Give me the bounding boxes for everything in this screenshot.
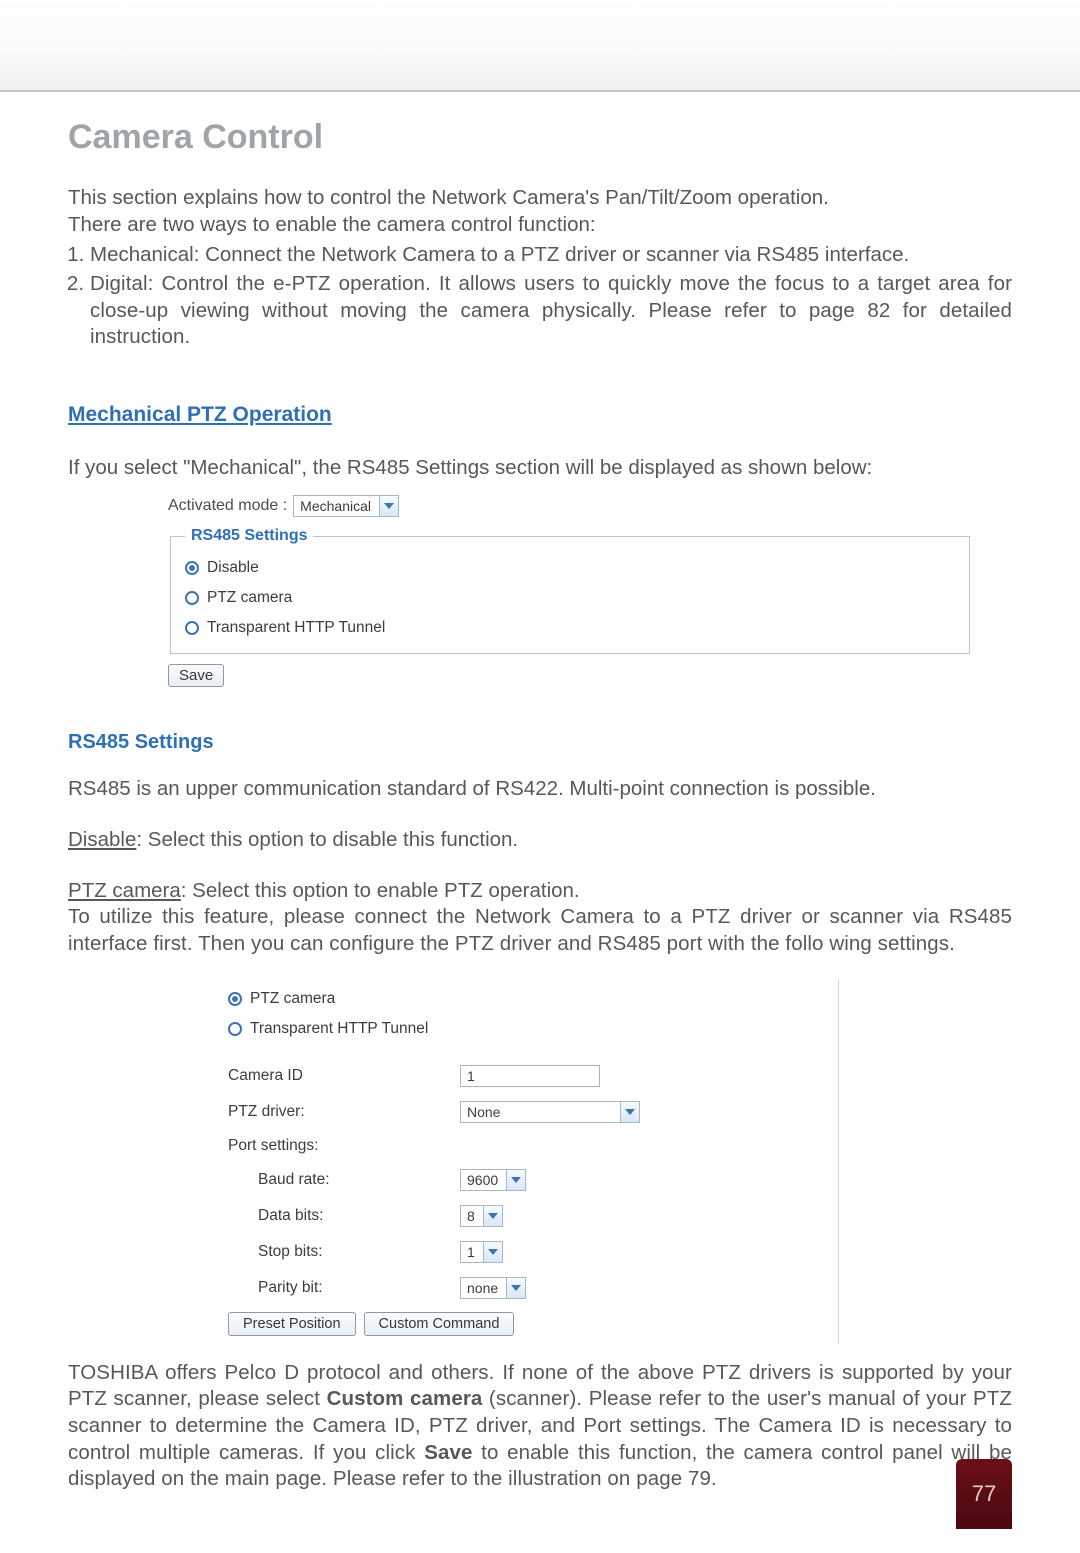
disable-underlined: Disable bbox=[68, 828, 136, 851]
parity-bit-value: none bbox=[461, 1278, 506, 1298]
mechanical-intro: If you select "Mechanical", the RS485 Se… bbox=[68, 455, 1012, 482]
preset-position-button[interactable]: Preset Position bbox=[228, 1312, 356, 1336]
radio-icon bbox=[185, 561, 199, 575]
rs485-fieldset: RS485 Settings Disable PTZ camera Transp… bbox=[170, 527, 970, 654]
stop-bits-select[interactable]: 1 bbox=[460, 1241, 503, 1263]
intro-line-2: There are two ways to enable the camera … bbox=[68, 212, 1012, 239]
mechanical-ptz-heading: Mechanical PTZ Operation bbox=[68, 403, 1012, 427]
disable-explain: Disable: Select this option to disable t… bbox=[68, 827, 1012, 854]
closing-paragraph: TOSHIBA offers Pelco D protocol and othe… bbox=[68, 1360, 1012, 1493]
data-bits-value: 8 bbox=[461, 1206, 483, 1226]
closing-bold-custom-camera: Custom camera bbox=[327, 1387, 483, 1410]
baud-rate-select[interactable]: 9600 bbox=[460, 1169, 526, 1191]
data-bits-row: Data bits: 8 bbox=[198, 1198, 838, 1234]
radio-ptz-camera[interactable]: PTZ camera bbox=[185, 583, 955, 613]
port-settings-label: Port settings: bbox=[228, 1137, 450, 1155]
rs485-settings-panel: Activated mode : Mechanical RS485 Settin… bbox=[168, 495, 968, 687]
radio-icon bbox=[228, 1022, 242, 1036]
activated-mode-select[interactable]: Mechanical bbox=[293, 495, 399, 517]
ptz-driver-value: None bbox=[461, 1102, 620, 1122]
port-settings-row: Port settings: bbox=[198, 1130, 838, 1162]
ways-list: Mechanical: Connect the Network Camera t… bbox=[68, 242, 1012, 351]
camera-id-label: Camera ID bbox=[228, 1067, 450, 1085]
ptz-config-panel: PTZ camera Transparent HTTP Tunnel Camer… bbox=[198, 980, 839, 1344]
ptz-radio-transparent[interactable]: Transparent HTTP Tunnel bbox=[198, 1014, 838, 1044]
ptz-driver-select[interactable]: None bbox=[460, 1101, 640, 1123]
mechanical-ptz-link[interactable]: Mechanical PTZ Operation bbox=[68, 403, 332, 426]
ptz-driver-label: PTZ driver: bbox=[228, 1103, 450, 1121]
ptz-radio-ptz-camera[interactable]: PTZ camera bbox=[198, 984, 838, 1014]
way-digital: Digital: Control the e-PTZ operation. It… bbox=[90, 271, 1012, 351]
page-number-tab: 77 bbox=[956, 1459, 1012, 1529]
stop-bits-label: Stop bits: bbox=[228, 1243, 450, 1261]
parity-bit-label: Parity bit: bbox=[228, 1279, 450, 1297]
rs485-legend: RS485 Settings bbox=[185, 527, 313, 545]
baud-rate-row: Baud rate: 9600 bbox=[198, 1162, 838, 1198]
save-button[interactable]: Save bbox=[168, 664, 224, 687]
radio-icon bbox=[185, 621, 199, 635]
activated-mode-value: Mechanical bbox=[294, 496, 379, 516]
baud-rate-label: Baud rate: bbox=[228, 1171, 450, 1189]
parity-bit-select[interactable]: none bbox=[460, 1277, 526, 1299]
panel2-ptz-label: PTZ camera bbox=[250, 990, 335, 1008]
disable-rest: : Select this option to disable this fun… bbox=[136, 828, 518, 851]
stop-bits-row: Stop bits: 1 bbox=[198, 1234, 838, 1270]
stop-bits-value: 1 bbox=[461, 1242, 483, 1262]
ptz-para: To utilize this feature, please connect … bbox=[68, 904, 1012, 957]
parity-bit-row: Parity bit: none bbox=[198, 1270, 838, 1306]
activated-mode-label: Activated mode : bbox=[168, 497, 287, 515]
radio-icon bbox=[228, 992, 242, 1006]
camera-id-row: Camera ID bbox=[198, 1058, 838, 1094]
radio-disable-label: Disable bbox=[207, 559, 259, 577]
ptz-explain: PTZ camera: Select this option to enable… bbox=[68, 878, 1012, 905]
rs485-settings-heading: RS485 Settings bbox=[68, 731, 1012, 754]
data-bits-select[interactable]: 8 bbox=[460, 1205, 503, 1227]
way-mechanical: Mechanical: Connect the Network Camera t… bbox=[90, 242, 1012, 269]
radio-disable[interactable]: Disable bbox=[185, 553, 955, 583]
page-number-value: 77 bbox=[972, 1481, 996, 1507]
page-title: Camera Control bbox=[68, 118, 1012, 157]
data-bits-label: Data bits: bbox=[228, 1207, 450, 1225]
ptz-rest: : Select this option to enable PTZ opera… bbox=[181, 879, 580, 902]
radio-transparent-label: Transparent HTTP Tunnel bbox=[207, 619, 385, 637]
radio-ptz-label: PTZ camera bbox=[207, 589, 292, 607]
chevron-down-icon bbox=[506, 1278, 525, 1298]
camera-id-input[interactable] bbox=[460, 1065, 600, 1087]
ptz-underlined: PTZ camera bbox=[68, 879, 181, 902]
chevron-down-icon bbox=[379, 496, 398, 516]
panel2-transparent-label: Transparent HTTP Tunnel bbox=[250, 1020, 428, 1038]
radio-icon bbox=[185, 591, 199, 605]
custom-command-button[interactable]: Custom Command bbox=[364, 1312, 515, 1336]
chevron-down-icon bbox=[483, 1242, 502, 1262]
chevron-down-icon bbox=[620, 1102, 639, 1122]
radio-transparent-tunnel[interactable]: Transparent HTTP Tunnel bbox=[185, 613, 955, 643]
baud-rate-value: 9600 bbox=[461, 1170, 506, 1190]
closing-bold-save: Save bbox=[424, 1441, 472, 1464]
ptz-driver-row: PTZ driver: None bbox=[198, 1094, 838, 1130]
intro-paragraph: This section explains how to control the… bbox=[68, 185, 1012, 351]
chevron-down-icon bbox=[506, 1170, 525, 1190]
rs485-intro: RS485 is an upper communication standard… bbox=[68, 776, 1012, 803]
intro-line-1: This section explains how to control the… bbox=[68, 185, 1012, 212]
chevron-down-icon bbox=[483, 1206, 502, 1226]
